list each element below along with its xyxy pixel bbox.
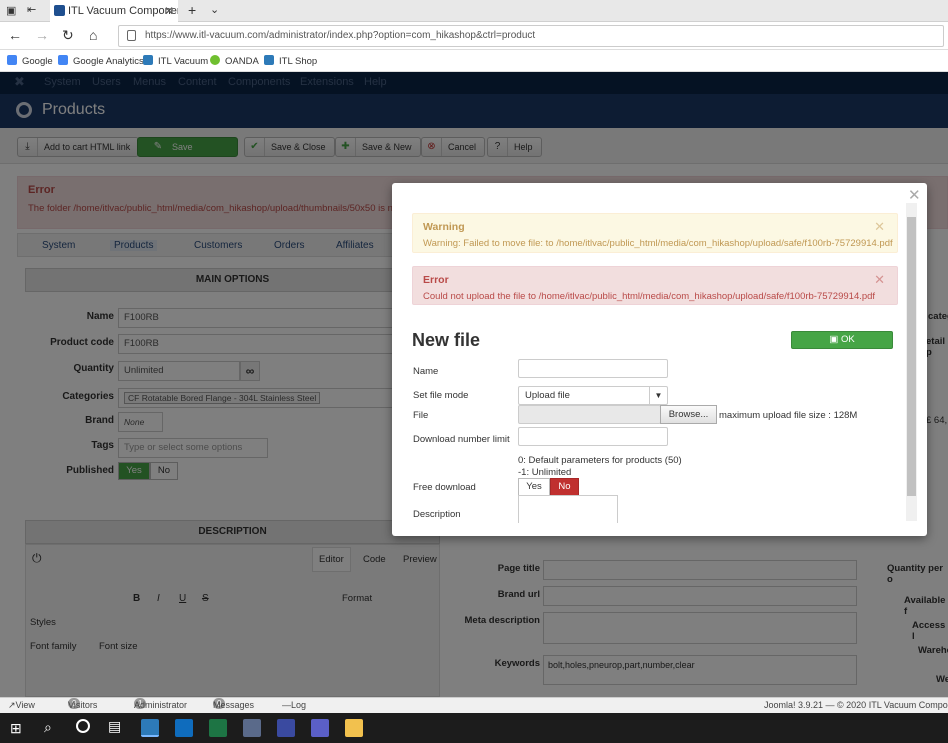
outlook-app-icon[interactable] — [175, 719, 193, 737]
close-tab-icon[interactable]: ✕ — [164, 0, 174, 22]
chevron-down-icon: ▼ — [649, 387, 667, 404]
windows-start-icon[interactable]: ⊞ — [10, 720, 22, 737]
description-label: Description — [413, 509, 461, 520]
file-label: File — [413, 410, 429, 421]
bookmark-itl-shop[interactable]: ITL Shop — [264, 55, 317, 67]
file-mode-label: Set file mode — [413, 390, 469, 401]
people-app-icon[interactable] — [277, 719, 295, 737]
modal-scrollbar[interactable] — [906, 203, 917, 521]
bookmark-google-analytics[interactable]: Google Analytics — [58, 55, 144, 67]
error-alert-heading: Error — [423, 274, 449, 286]
save-icon: ▣ — [829, 334, 841, 345]
address-bar-row: ← → ↻ ⌂ https://www.itl-vacuum.com/admin… — [0, 22, 948, 50]
url-field[interactable]: https://www.itl-vacuum.com/administrator… — [118, 25, 944, 47]
bookmarks-bar: Google Google Analytics ITL Vacuum OANDA… — [0, 50, 948, 72]
file-name-input[interactable] — [518, 359, 668, 378]
tab-actions-icon[interactable]: ▣ — [6, 4, 16, 17]
error-alert: Error Could not upload the file to /home… — [412, 266, 898, 305]
admin-status-bar: ↗ View Site 0Visitors 1Administrator 0Me… — [0, 697, 948, 725]
file-explorer-icon[interactable] — [345, 719, 363, 737]
tab-title: ITL Vacuum Componen — [68, 5, 178, 17]
dismiss-error-icon[interactable]: ✕ — [874, 272, 885, 288]
pen-app-icon[interactable] — [243, 719, 261, 737]
close-icon[interactable]: ✕ — [908, 186, 921, 204]
view-site-link[interactable]: ↗ View Site — [8, 698, 35, 725]
browser-tab[interactable]: ITL Vacuum Componen ✕ — [50, 0, 178, 22]
version-text: Joomla! 3.9.21 — © 2020 ITL Vacuum Compo… — [764, 700, 948, 710]
chevron-down-icon[interactable]: ⌄ — [210, 3, 219, 16]
file-path-input[interactable] — [518, 405, 661, 424]
file-name-label: Name — [413, 366, 439, 377]
file-mode-value: Upload file — [525, 390, 570, 401]
url-text: https://www.itl-vacuum.com/administrator… — [145, 30, 536, 41]
bookmark-oanda[interactable]: OANDA — [210, 55, 259, 67]
windows-taskbar: ⊞ ⌕ ▤ — [0, 713, 948, 743]
file-mode-select[interactable]: Upload file ▼ — [518, 386, 668, 405]
search-icon[interactable]: ⌕ — [44, 719, 52, 736]
warning-heading: Warning — [423, 221, 465, 233]
ok-button[interactable]: ▣ OK — [791, 331, 893, 349]
limit-hint-unlimited: -1: Unlimited — [518, 467, 572, 478]
modal-title: New file — [412, 330, 481, 350]
free-download-no-button[interactable]: No — [550, 478, 579, 496]
lock-icon — [127, 30, 136, 41]
refresh-icon[interactable]: ↻ — [62, 27, 74, 44]
logout-link[interactable]: — Log out — [282, 698, 306, 725]
download-limit-input[interactable] — [518, 427, 668, 446]
forward-icon[interactable]: → — [35, 27, 49, 43]
error-alert-message: Could not upload the file to /home/itlva… — [423, 291, 876, 302]
site-favicon-icon — [54, 5, 65, 16]
description-textarea[interactable] — [518, 495, 618, 523]
browser-tab-bar: ▣ ⇤ ITL Vacuum Componen ✕ + ⌄ — [0, 0, 948, 22]
dismiss-warning-icon[interactable]: ✕ — [874, 219, 885, 235]
new-tab-icon[interactable]: + — [188, 2, 196, 18]
warning-alert: Warning Warning: Failed to move file: to… — [412, 213, 898, 253]
warning-message: Warning: Failed to move file: to /home/i… — [423, 238, 893, 249]
scrollbar-thumb[interactable] — [907, 217, 916, 496]
bookmark-google[interactable]: Google — [7, 55, 53, 67]
free-download-label: Free download — [413, 482, 476, 493]
cortana-icon[interactable] — [76, 719, 90, 733]
download-limit-label: Download number limit — [413, 434, 510, 445]
teams-app-icon[interactable] — [311, 719, 329, 737]
max-size-note: maximum upload file size : 128M — [719, 410, 858, 421]
new-file-modal: ✕ Warning Warning: Failed to move file: … — [392, 183, 927, 536]
browse-button[interactable]: Browse... — [660, 405, 717, 424]
free-download-yes-button[interactable]: Yes — [518, 478, 550, 496]
back-icon[interactable]: ← — [8, 27, 22, 43]
bookmark-itl-vacuum[interactable]: ITL Vacuum — [143, 55, 208, 67]
home-icon[interactable]: ⌂ — [89, 27, 97, 43]
task-view-icon[interactable]: ▤ — [108, 718, 121, 735]
excel-app-icon[interactable] — [209, 719, 227, 737]
limit-hint-default: 0: Default parameters for products (50) — [518, 455, 682, 466]
edge-app-icon[interactable] — [141, 719, 159, 737]
tab-aside-icon[interactable]: ⇤ — [27, 3, 36, 16]
